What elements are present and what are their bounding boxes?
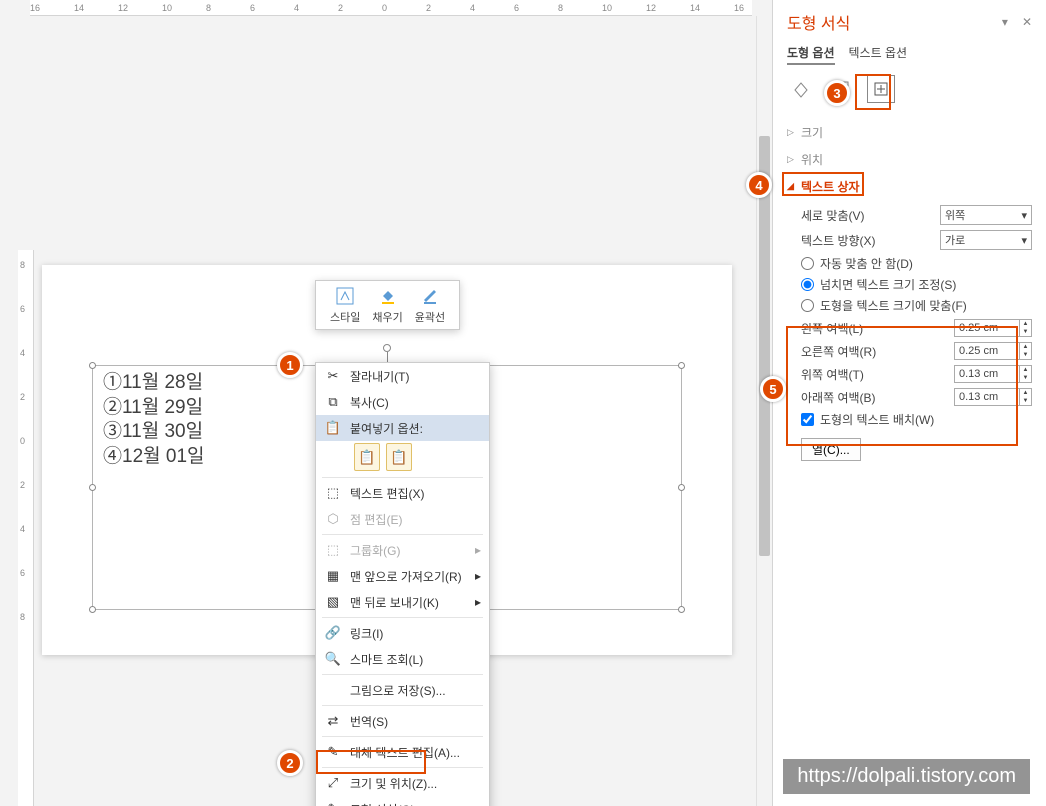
menu-format-shape[interactable]: ✎도형 서식(O)...: [316, 796, 489, 806]
margin-left-input[interactable]: 0.25 cm▲▼: [954, 319, 1032, 337]
paste-icon: 📋: [324, 419, 342, 437]
fill-icon: [377, 285, 399, 307]
menu-translate[interactable]: ⇄번역(S): [316, 708, 489, 734]
callout-2: 2: [277, 750, 303, 776]
alt-text-icon: ✎: [324, 743, 342, 761]
label-margin-left: 왼쪽 여백(L): [801, 320, 863, 337]
edit-text-icon: ⬚: [324, 484, 342, 502]
pane-dropdown[interactable]: ▾: [1002, 15, 1008, 29]
textdir-select[interactable]: 가로▾: [940, 230, 1032, 250]
menu-paste-options[interactable]: 📋붙여넣기 옵션:: [316, 415, 489, 441]
resize-handle[interactable]: [678, 606, 685, 613]
section-textbox[interactable]: ◢텍스트 상자: [787, 173, 1032, 200]
section-position[interactable]: ▷위치: [787, 146, 1032, 173]
menu-edit-points: ⬡점 편집(E): [316, 506, 489, 532]
menu-link[interactable]: 🔗링크(I): [316, 620, 489, 646]
autofit-shrink-radio[interactable]: [801, 278, 814, 291]
paste-option-1[interactable]: 📋: [354, 443, 380, 471]
context-menu: ✂잘라내기(T) ⧉복사(C) 📋붙여넣기 옵션: 📋 📋 ⬚텍스트 편집(X)…: [315, 362, 490, 806]
resize-handle[interactable]: [89, 362, 96, 369]
callout-5: 5: [760, 376, 786, 402]
callout-4: 4: [746, 172, 772, 198]
margin-bottom-input[interactable]: 0.13 cm▲▼: [954, 388, 1032, 406]
size-icon: ⤢: [324, 774, 342, 792]
style-icon: [334, 285, 356, 307]
menu-edit-text[interactable]: ⬚텍스트 편집(X): [316, 480, 489, 506]
copy-icon: ⧉: [324, 393, 342, 411]
translate-icon: ⇄: [324, 712, 342, 730]
menu-size-position[interactable]: ⤢크기 및 위치(Z)...: [316, 770, 489, 796]
link-icon: 🔗: [324, 624, 342, 642]
format-shape-pane: 도형 서식 ▾✕ 도형 옵션 텍스트 옵션 ▷크기 ▷위치 ◢텍스트 상자 세로…: [772, 0, 1046, 806]
send-back-icon: ▧: [324, 593, 342, 611]
margin-top-input[interactable]: 0.13 cm▲▼: [954, 365, 1032, 383]
fill-line-icon[interactable]: [787, 75, 815, 103]
bring-front-icon: ▦: [324, 567, 342, 585]
scrollbar-thumb[interactable]: [759, 136, 770, 556]
menu-alt-text[interactable]: ✎대체 텍스트 편집(A)...: [316, 739, 489, 765]
slide-canvas: 16 14 12 10 8 6 4 2 0 2 4 6 8 10 12 14 1…: [0, 0, 772, 806]
valign-select[interactable]: 위쪽▾: [940, 205, 1032, 225]
mini-toolbar: 스타일 채우기 윤곽선: [315, 280, 460, 330]
resize-handle[interactable]: [89, 606, 96, 613]
outline-button[interactable]: 윤곽선: [415, 285, 445, 325]
style-button[interactable]: 스타일: [330, 285, 360, 325]
label-margin-top: 위쪽 여백(T): [801, 366, 864, 383]
pane-close[interactable]: ✕: [1022, 15, 1032, 29]
autofit-none-radio[interactable]: [801, 257, 814, 270]
menu-save-as-picture[interactable]: 그림으로 저장(S)...: [316, 677, 489, 703]
fill-button[interactable]: 채우기: [372, 285, 402, 325]
pane-title: 도형 서식 ▾✕: [787, 10, 1032, 34]
rotate-handle[interactable]: [383, 344, 391, 352]
outline-icon: [419, 285, 441, 307]
ruler-horizontal: 16 14 12 10 8 6 4 2 0 2 4 6 8 10 12 14 1…: [30, 0, 752, 16]
menu-group: ⬚그룹화(G)▸: [316, 537, 489, 563]
lookup-icon: 🔍: [324, 650, 342, 668]
resize-handle[interactable]: [678, 484, 685, 491]
label-margin-right: 오른쪽 여백(R): [801, 343, 876, 360]
watermark: https://dolpali.tistory.com: [783, 759, 1030, 794]
size-properties-icon[interactable]: [867, 75, 895, 103]
vertical-scrollbar[interactable]: [756, 16, 772, 806]
tab-text-options[interactable]: 텍스트 옵션: [849, 44, 908, 65]
menu-copy[interactable]: ⧉복사(C): [316, 389, 489, 415]
menu-smart-lookup[interactable]: 🔍스마트 조회(L): [316, 646, 489, 672]
format-shape-icon: ✎: [324, 800, 342, 806]
paste-option-2[interactable]: 📋: [386, 443, 412, 471]
callout-3: 3: [824, 80, 850, 106]
columns-button[interactable]: 열(C)...: [801, 438, 861, 461]
menu-bring-front[interactable]: ▦맨 앞으로 가져오기(R)▸: [316, 563, 489, 589]
resize-handle[interactable]: [89, 484, 96, 491]
menu-cut[interactable]: ✂잘라내기(T): [316, 363, 489, 389]
resize-handle[interactable]: [678, 362, 685, 369]
margin-right-input[interactable]: 0.25 cm▲▼: [954, 342, 1032, 360]
callout-1: 1: [277, 352, 303, 378]
label-margin-bottom: 아래쪽 여백(B): [801, 389, 876, 406]
wrap-checkbox[interactable]: [801, 413, 814, 426]
label-textdir: 텍스트 방향(X): [801, 232, 876, 249]
label-valign: 세로 맞춤(V): [801, 207, 865, 224]
tab-shape-options[interactable]: 도형 옵션: [787, 44, 835, 65]
menu-send-back[interactable]: ▧맨 뒤로 보내기(K)▸: [316, 589, 489, 615]
edit-points-icon: ⬡: [324, 510, 342, 528]
section-size[interactable]: ▷크기: [787, 119, 1032, 146]
group-icon: ⬚: [324, 541, 342, 559]
cut-icon: ✂: [324, 367, 342, 385]
ruler-vertical: 8 6 4 2 0 2 4 6 8: [18, 250, 34, 806]
autofit-resize-radio[interactable]: [801, 299, 814, 312]
